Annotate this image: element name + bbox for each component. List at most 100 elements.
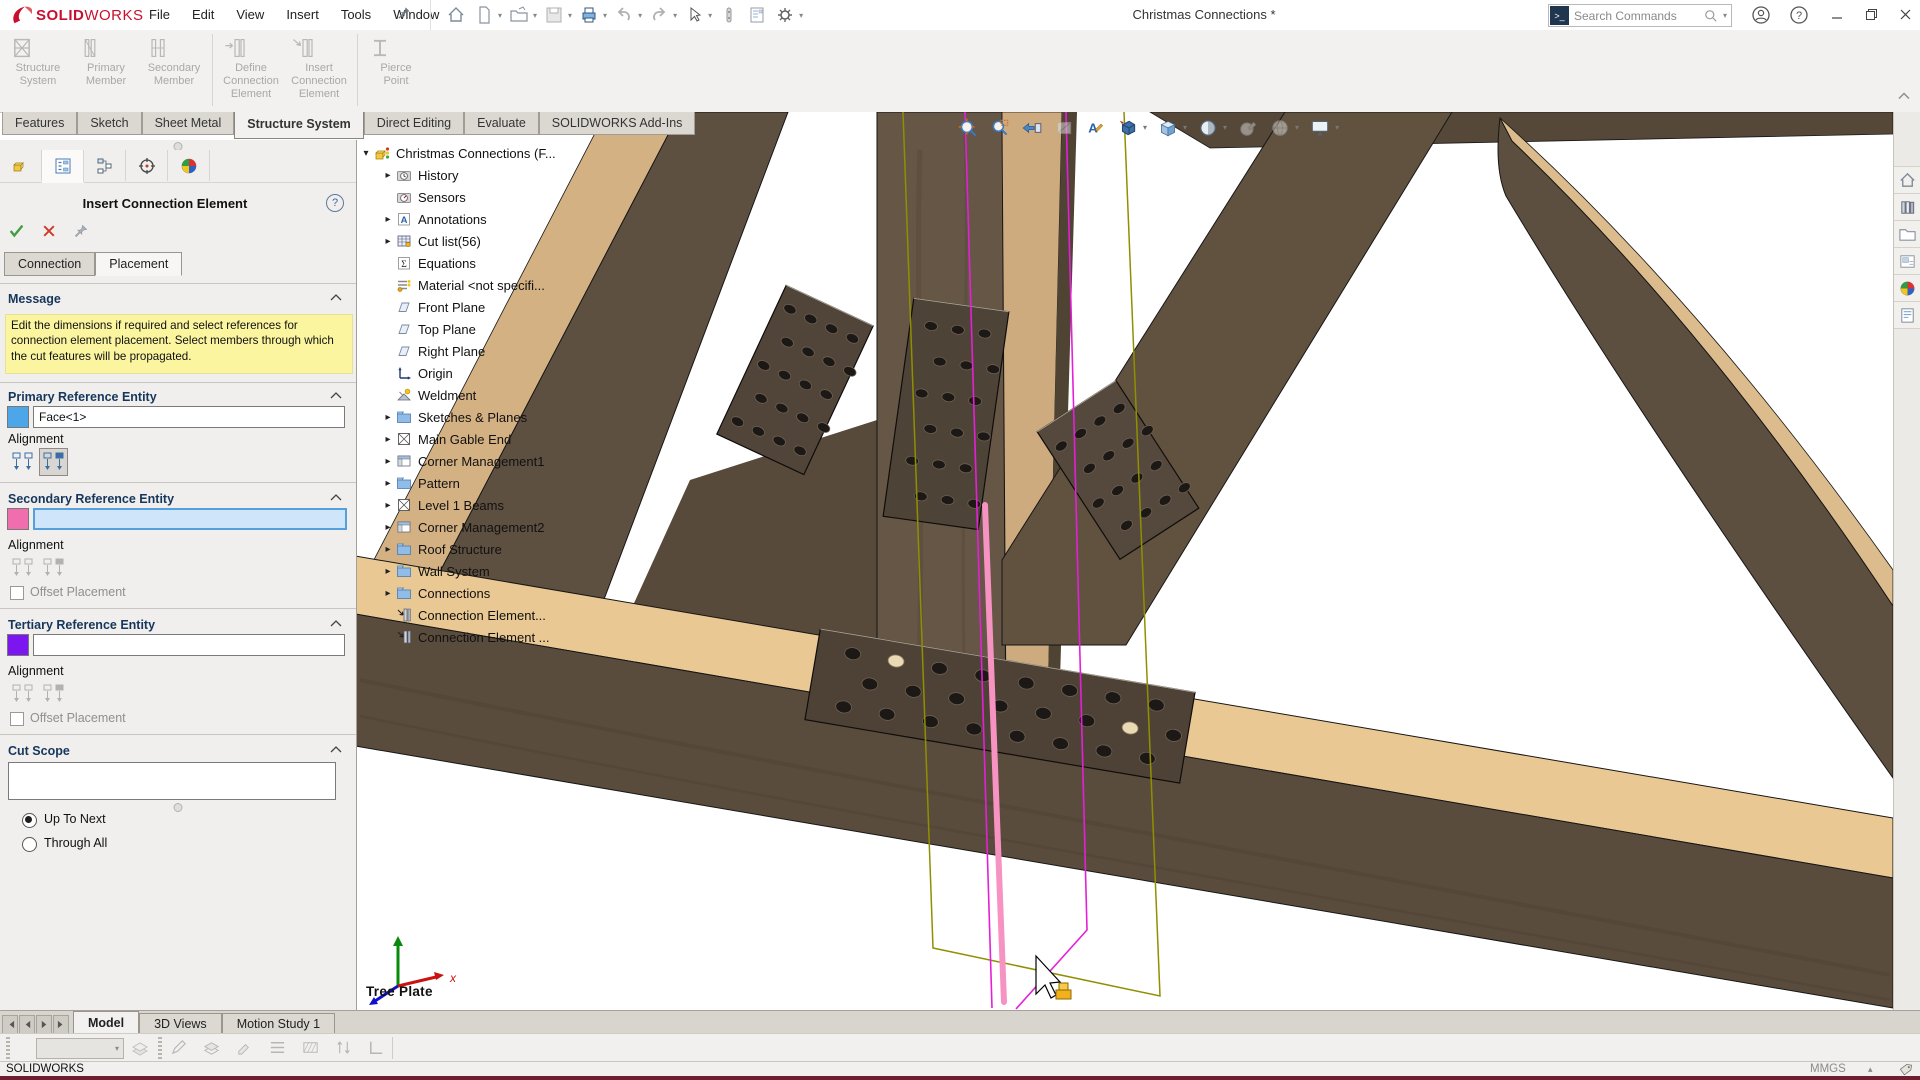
secondary-reference-header[interactable]: Secondary Reference Entity: [8, 492, 338, 506]
tab-structure-system[interactable]: Structure System: [234, 112, 364, 139]
chevron-up-icon[interactable]: [330, 494, 342, 501]
primary-reference-input[interactable]: Face<1>: [33, 406, 345, 428]
tree-item-cut-list-56-[interactable]: ▸ Cut list(56): [358, 230, 688, 252]
dropdown-caret-icon[interactable]: ▾: [1335, 123, 1339, 132]
file-explorer-icon[interactable]: [1894, 221, 1920, 248]
tab-evaluate[interactable]: Evaluate: [464, 112, 539, 135]
task-list-icon[interactable]: [746, 4, 768, 26]
offset-placement-checkbox[interactable]: [10, 586, 24, 600]
dropdown-caret-icon[interactable]: ▾: [1223, 123, 1227, 132]
up-to-next-radio[interactable]: [22, 813, 37, 828]
chevron-up-icon[interactable]: [330, 746, 342, 753]
tree-item-equations[interactable]: Σ Equations: [358, 252, 688, 274]
tab-features[interactable]: Features: [2, 112, 78, 135]
tree-item-corner-management1[interactable]: ▸ Corner Management1: [358, 450, 688, 472]
panel-tab-dimxpert[interactable]: [126, 150, 168, 181]
tertiary-reference-input[interactable]: [33, 634, 345, 656]
restore-button[interactable]: [1856, 0, 1886, 29]
tree-root[interactable]: ▾ Christmas Connections (F...: [358, 142, 688, 164]
next-tab-icon[interactable]: [36, 1015, 52, 1034]
menu-pin-icon[interactable]: [396, 5, 412, 21]
user-account-icon[interactable]: [1750, 4, 1772, 26]
view-palette-icon[interactable]: [1894, 248, 1920, 275]
align-same-icon[interactable]: [8, 448, 37, 476]
new-document-icon[interactable]: [473, 4, 495, 26]
menu-file[interactable]: File: [138, 0, 181, 30]
tree-item-wall-system[interactable]: ▸ Wall System: [358, 560, 688, 582]
dropdown-caret-icon[interactable]: ▾: [568, 11, 572, 20]
align-opposite-icon[interactable]: [39, 448, 68, 476]
cancel-button[interactable]: [38, 220, 60, 242]
prev-tab-icon[interactable]: [19, 1015, 35, 1034]
tab-sheet-metal[interactable]: Sheet Metal: [141, 112, 235, 135]
dropdown-caret-icon[interactable]: ▾: [498, 11, 502, 20]
chevron-up-icon[interactable]: [330, 392, 342, 399]
zoom-to-area-icon[interactable]: [988, 116, 1011, 139]
view-settings-icon[interactable]: [1308, 116, 1331, 139]
custom-properties-icon[interactable]: [1894, 302, 1920, 329]
dropdown-caret-icon[interactable]: ▾: [533, 11, 537, 20]
search-commands-box[interactable]: >_ ▾: [1548, 4, 1732, 27]
dropdown-caret-icon[interactable]: ▾: [1143, 123, 1147, 132]
selection-filter-icon[interactable]: [718, 4, 740, 26]
tree-item-connection-element-[interactable]: Connection Element...: [358, 604, 688, 626]
tab-placement[interactable]: Placement: [95, 252, 183, 276]
close-button[interactable]: [1890, 0, 1920, 29]
search-input[interactable]: [1570, 8, 1703, 23]
undo-icon[interactable]: [613, 4, 635, 26]
tree-item-front-plane[interactable]: Front Plane: [358, 296, 688, 318]
message-section-header[interactable]: Message: [8, 292, 338, 306]
tab-direct-editing[interactable]: Direct Editing: [363, 112, 465, 135]
menu-insert[interactable]: Insert: [275, 0, 330, 30]
tree-item-connections[interactable]: ▸ Connections: [358, 582, 688, 604]
tab-sketch[interactable]: Sketch: [77, 112, 142, 135]
dropdown-caret-icon[interactable]: ▾: [799, 11, 803, 20]
help-icon[interactable]: ?: [1788, 4, 1810, 26]
design-library-icon[interactable]: [1894, 194, 1920, 221]
home-icon[interactable]: [1894, 167, 1920, 194]
tree-item-material-not-specifi-[interactable]: Material <not specifi...: [358, 274, 688, 296]
save-icon[interactable]: [543, 4, 565, 26]
panel-tab-property-manager[interactable]: [42, 150, 84, 183]
doc-tab-model[interactable]: Model: [73, 1011, 140, 1034]
tree-item-corner-management2[interactable]: ▸ Corner Management2: [358, 516, 688, 538]
appearances-icon[interactable]: [1894, 275, 1920, 302]
tree-item-sketches-planes[interactable]: ▸ Sketches & Planes: [358, 406, 688, 428]
pin-button[interactable]: [70, 220, 92, 242]
search-icon[interactable]: [1703, 8, 1719, 24]
tree-item-annotations[interactable]: ▸ A Annotations: [358, 208, 688, 230]
tree-item-sensors[interactable]: Sensors: [358, 186, 688, 208]
menu-tools[interactable]: Tools: [330, 0, 382, 30]
select-icon[interactable]: [683, 4, 705, 26]
tree-item-connection-element-[interactable]: Connection Element ...: [358, 626, 688, 648]
dropdown-caret-icon[interactable]: ▾: [708, 11, 712, 20]
home-icon[interactable]: [445, 4, 467, 26]
tree-item-origin[interactable]: Origin: [358, 362, 688, 384]
cut-scope-input[interactable]: [8, 762, 336, 800]
dropdown-caret-icon[interactable]: ▾: [1295, 123, 1299, 132]
minimize-button[interactable]: [1822, 0, 1852, 29]
display-style-icon[interactable]: [1196, 116, 1219, 139]
pm-help-icon[interactable]: ?: [326, 194, 344, 212]
tree-item-pattern[interactable]: ▸ Pattern: [358, 472, 688, 494]
offset-placement-checkbox[interactable]: [10, 712, 24, 726]
3d-drawing-view-icon[interactable]: [1116, 116, 1139, 139]
panel-tab-part[interactable]: [0, 150, 42, 181]
tab-connection[interactable]: Connection: [4, 252, 96, 276]
chevron-up-icon[interactable]: [330, 294, 342, 301]
print-icon[interactable]: [578, 4, 600, 26]
previous-view-icon[interactable]: [1020, 116, 1043, 139]
open-document-icon[interactable]: [508, 4, 530, 26]
panel-tab-display-manager[interactable]: [168, 150, 210, 181]
cut-scope-header[interactable]: Cut Scope: [8, 744, 338, 758]
first-tab-icon[interactable]: [2, 1015, 18, 1034]
section-resize-handle[interactable]: [173, 803, 183, 812]
last-tab-icon[interactable]: [53, 1015, 69, 1034]
chevron-up-icon[interactable]: [330, 620, 342, 627]
menu-edit[interactable]: Edit: [181, 0, 225, 30]
menu-view[interactable]: View: [225, 0, 275, 30]
redo-icon[interactable]: [648, 4, 670, 26]
search-caret-icon[interactable]: ▾: [1719, 11, 1731, 20]
view-orientation-icon[interactable]: [1156, 116, 1179, 139]
tree-item-main-gable-end[interactable]: ▸ Main Gable End: [358, 428, 688, 450]
